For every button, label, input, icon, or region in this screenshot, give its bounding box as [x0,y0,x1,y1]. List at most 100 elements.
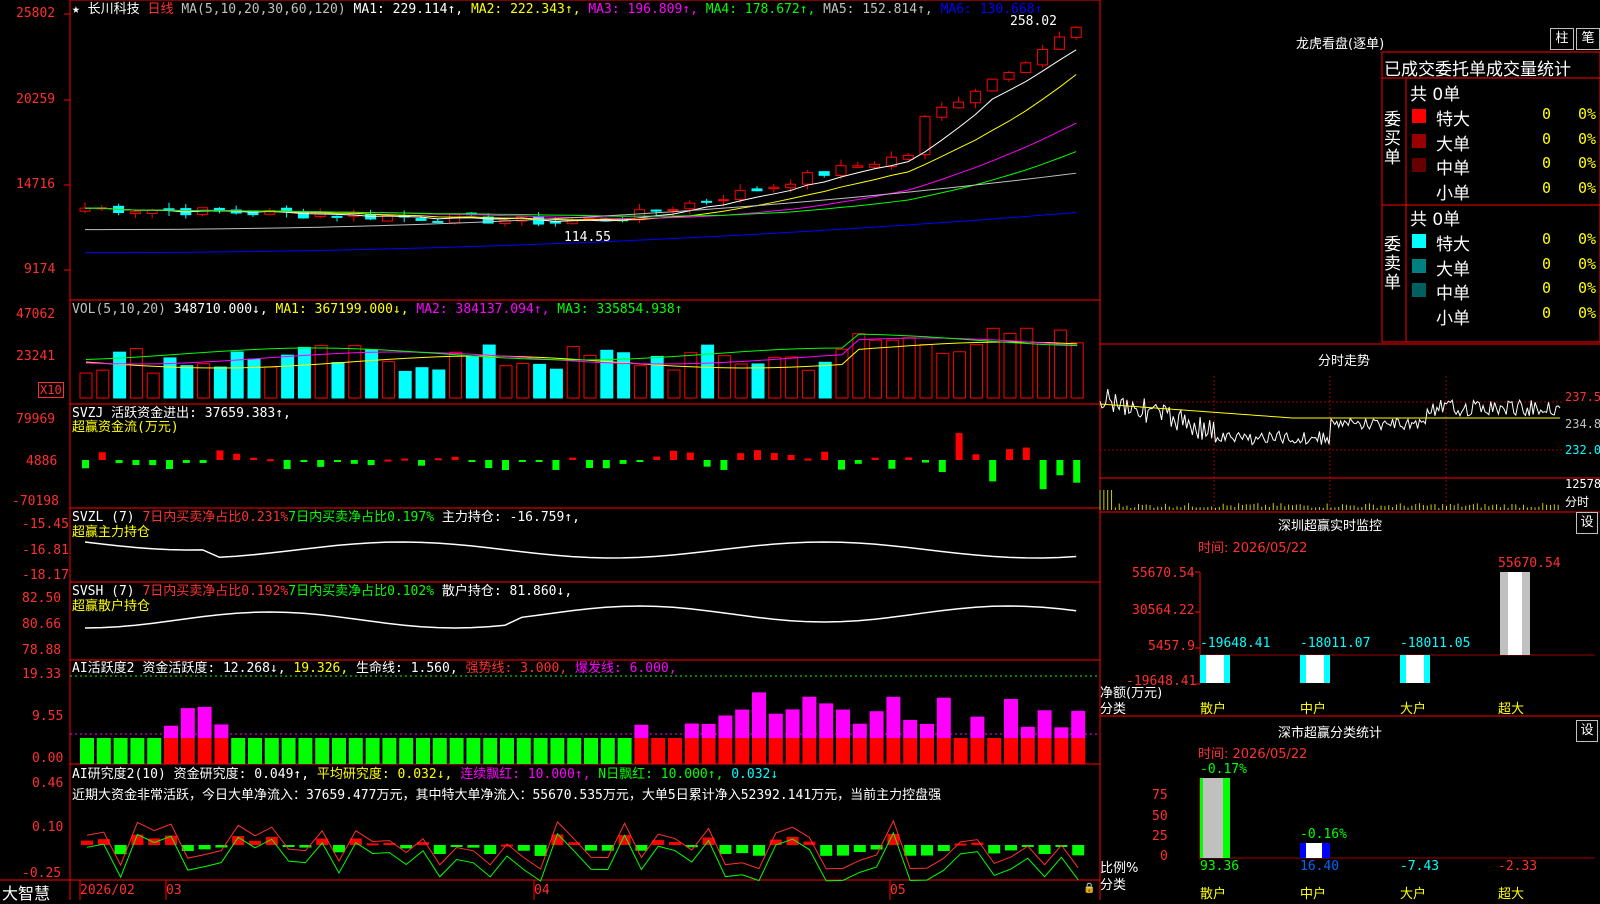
classify-settings-button[interactable]: 设 [1576,720,1598,742]
volume-bar [197,363,211,399]
candle [1003,71,1015,80]
tick-view-button[interactable]: 笔 [1576,28,1600,50]
price-axis-label: 25802 [16,6,56,21]
candle [986,78,998,92]
research-bar [450,845,463,847]
column-view-button[interactable]: 柱 [1550,28,1574,50]
dragon-stats-header: 已成交委托单成交量统计 [1384,60,1571,80]
chart-canvas[interactable] [0,0,1600,900]
activity-burst-bar [970,716,985,738]
activity-bar [197,738,212,764]
activity-burst-bar [752,692,766,738]
svzl-subtitle: 超赢主力持仓 [72,525,151,540]
activity-bar [634,738,649,764]
capital-flow-bar [418,460,425,466]
dragon-title: 龙虎看盘(逐单) [1296,37,1385,52]
volume-bar [818,361,832,399]
capital-flow-bar [821,451,829,460]
monitor-settings-button[interactable]: 设 [1576,512,1598,534]
sell-row-percent: 0% [1578,230,1597,248]
volume-bar [919,343,933,399]
activity-bar [1004,738,1018,764]
activity-bar [1037,738,1052,764]
volume-unit-badge[interactable]: X10 [38,382,64,398]
monitor-bar-highlight [1206,655,1224,683]
category-label: 中户 [1300,887,1327,902]
activity-bar [701,738,716,764]
monitor-axis-label: 55670.54 [1132,566,1195,581]
activity-burst-bar [1004,699,1018,738]
ai-active-axis-label: 0.00 [32,751,64,766]
research-bar [1038,845,1051,854]
brand-logo[interactable]: 大智慧 [2,880,50,904]
svzl-axis-label: -16.81 [22,543,69,558]
activity-bar [903,738,918,764]
favorite-star-icon[interactable]: ★ [72,2,80,17]
activity-bar [768,738,783,764]
capital-flow-bar [334,460,341,462]
activity-bar [668,738,682,764]
category-label: 散户 [1200,702,1227,717]
candle [801,172,813,185]
activity-bar [214,738,229,764]
capital-flow-bar [854,460,862,464]
period-label[interactable]: 日线 [148,2,174,17]
buy-row-label: 大单 [1436,134,1470,155]
capital-flow-bar [972,454,980,460]
activity-bar [399,738,414,764]
buy-total: 共 0单 [1410,85,1461,105]
capital-flow-bar [922,460,929,463]
research-bar [1005,845,1017,851]
capital-flow-bar [787,454,795,460]
category-label: 超大 [1498,702,1525,717]
candle [146,209,158,214]
intraday-avg-line [1099,403,1561,419]
capital-flow-bar [737,453,745,460]
activity-bar [836,738,850,764]
monitor-axis-label: 30564.22 [1132,603,1195,618]
buy-row-count: 0 [1542,105,1552,123]
sell-color-swatch [1412,234,1426,248]
intraday-title: 分时走势 [1318,354,1371,369]
volume-bar [684,352,698,399]
svzl-axis-label: -15.45 [22,517,69,532]
activity-burst-bar [852,723,867,738]
research-bar [736,845,749,854]
buy-row-percent: 0% [1578,105,1597,123]
price-axis-label: 20259 [16,92,56,107]
volume-bar [785,356,799,399]
retail-line [84,605,1077,629]
ai-research-axis-label: -0.25 [22,866,62,881]
capital-flow-bar [266,459,274,462]
capital-flow-bar [300,460,308,462]
candle [835,165,847,176]
volume-bar [1037,342,1051,399]
activity-bar [852,738,867,764]
activity-bar [365,738,380,764]
research-bar [921,845,933,856]
volume-bar [801,369,815,399]
monitor-bar-highlight [1306,655,1324,683]
lock-icon[interactable]: 🔒 [1083,883,1095,894]
intraday-axis-label: 237.5 [1565,390,1600,404]
research-bar [366,843,379,846]
bar-top-label: -0.17% [1200,762,1247,777]
capital-flow-bar [115,460,123,464]
candle [1053,36,1065,50]
sell-row-label: 小单 [1436,308,1470,329]
research-bar [719,845,732,854]
research-bar [971,842,984,845]
volume-bar [365,349,379,399]
ai-research-axis-label: 0.10 [32,820,64,835]
sell-row-count: 0 [1542,279,1552,297]
activity-burst-bar [684,723,699,738]
bar-value-label: 16.40 [1300,859,1340,874]
classify-axis-label: 25 [1152,829,1168,844]
sell-total: 共 0单 [1410,210,1461,230]
capital-flow-bar [720,460,728,470]
capital-flow-bar [233,453,241,460]
research-bar [517,845,530,851]
activity-bar [584,738,598,764]
ma-values: MA1: 229.114↑, MA2: 222.343↑, MA3: 196.8… [354,2,1043,17]
activity-bar [298,738,313,764]
